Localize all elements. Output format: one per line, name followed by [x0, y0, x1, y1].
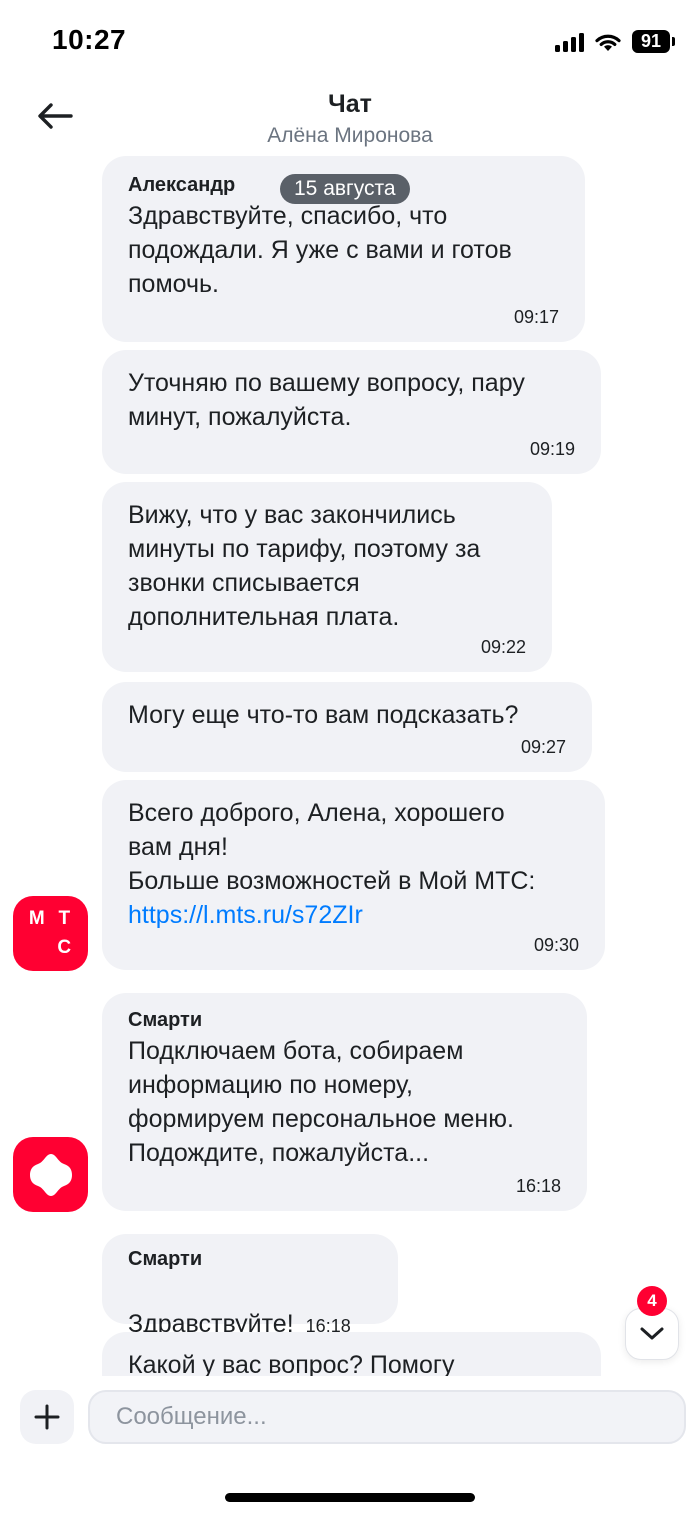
- message-time: 09:30: [533, 935, 579, 955]
- chat-subtitle: Алёна Миронова: [267, 124, 433, 147]
- message-text: Вижу, что у вас закончились минуты по та…: [128, 501, 481, 631]
- message-text: Всего доброго, Алена, хорошего вам дня! …: [128, 799, 536, 895]
- message-bubble: Вижу, что у вас закончились минуты по та…: [102, 482, 552, 672]
- battery-indicator: 91: [632, 30, 675, 53]
- plus-icon: [34, 1404, 60, 1430]
- status-time: 10:27: [52, 24, 127, 55]
- message-sender: Смарти: [128, 1248, 203, 1270]
- attach-button[interactable]: [20, 1390, 74, 1444]
- message-text: Подключаем бота, собираем информацию по …: [128, 1037, 514, 1167]
- message-time: 09:19: [529, 439, 575, 459]
- message-time: 16:18: [515, 1176, 561, 1196]
- smarty-avatar: [13, 1137, 88, 1212]
- home-indicator: [225, 1493, 475, 1502]
- message-bubble: Смарти Подключаем бота, собираем информа…: [102, 993, 587, 1211]
- message-composer: [0, 1376, 700, 1515]
- message-bubble: Смарти Здравствуйте! 16:18: [102, 1234, 398, 1338]
- message-bubble: Уточняю по вашему вопросу, пару минут, п…: [102, 350, 601, 474]
- chevron-down-icon: [640, 1327, 664, 1340]
- wifi-icon: [595, 34, 621, 51]
- mts-avatar: М Т С: [13, 896, 88, 971]
- chat-title: Чат: [328, 90, 372, 118]
- message-bubble: Могу еще что-то вам подсказать? 09:27: [102, 682, 592, 772]
- message-text: Здравствуйте, спасибо, что подождали. Я …: [128, 202, 512, 298]
- message-time: 09:27: [520, 737, 566, 757]
- message-time: 09:17: [513, 307, 559, 327]
- message-bubble: Какой у вас вопрос? Помогу: [102, 1332, 601, 1376]
- status-bar: 10:27 91: [0, 0, 700, 84]
- message-list[interactable]: 15 августа Александр Здравствуйте, спаси…: [0, 150, 700, 1376]
- message-text: Какой у вас вопрос? Помогу: [128, 1351, 455, 1376]
- mts-logo-letter: С: [57, 936, 72, 958]
- status-icons: 91: [555, 30, 675, 53]
- unread-count-badge: 4: [637, 1286, 667, 1316]
- mts-logo-letter: [23, 934, 51, 963]
- cellular-signal-icon: [555, 32, 584, 52]
- message-text: Уточняю по вашему вопросу, пару минут, п…: [128, 369, 525, 431]
- message-bubble: Всего доброго, Алена, хорошего вам дня! …: [102, 780, 605, 970]
- message-text: Могу еще что-то вам подсказать?: [128, 701, 519, 729]
- message-sender: Смарти: [128, 1009, 203, 1031]
- message-time: 09:22: [480, 637, 526, 657]
- message-input[interactable]: [88, 1390, 686, 1444]
- mts-logo-letter: Т: [58, 908, 71, 930]
- mts-logo-letter: М: [28, 908, 45, 930]
- message-link[interactable]: https://l.mts.ru/s72ZIr: [128, 898, 579, 932]
- smarty-star-icon: [29, 1153, 72, 1196]
- chat-header: Чат Алёна Миронова: [0, 84, 700, 154]
- date-separator: 15 августа: [280, 174, 410, 204]
